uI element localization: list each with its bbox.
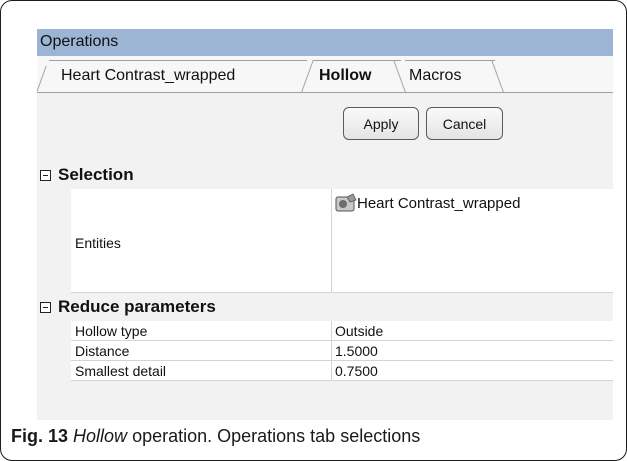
property-row[interactable]: Hollow type Outside — [71, 321, 613, 341]
property-value[interactable]: Outside — [335, 323, 383, 339]
selection-category[interactable]: Selection — [37, 163, 613, 189]
action-row: Apply Cancel — [37, 93, 613, 140]
property-key: Hollow type — [75, 323, 148, 339]
panel-title: Operations — [37, 29, 613, 56]
property-row[interactable]: Smallest detail 0.7500 — [71, 361, 613, 381]
entities-row[interactable]: Entities Heart Contrast_wrapped — [71, 189, 613, 293]
column-divider — [331, 341, 332, 360]
collapse-icon[interactable] — [40, 170, 51, 181]
collapse-icon[interactable] — [40, 302, 51, 313]
property-row[interactable]: Distance 1.5000 — [71, 341, 613, 361]
property-key: Smallest detail — [75, 363, 167, 379]
property-value[interactable]: 0.7500 — [335, 363, 378, 379]
reduce-parameters-category[interactable]: Reduce parameters — [37, 295, 613, 321]
entities-label: Entities — [75, 235, 121, 251]
operations-panel: Operations Heart Contrast_wrapped Hollow… — [37, 29, 613, 420]
tab-strip: Heart Contrast_wrapped Hollow Macros — [37, 56, 613, 93]
caption-text: operation. Operations tab selections — [127, 426, 421, 446]
column-divider — [331, 189, 332, 292]
tab-edge — [37, 66, 47, 92]
cancel-button[interactable]: Cancel — [426, 107, 503, 140]
tab-edge — [491, 60, 504, 92]
column-divider — [331, 361, 332, 380]
reduce-parameters-title: Reduce parameters — [58, 297, 216, 316]
apply-button[interactable]: Apply — [343, 107, 419, 140]
tab-edge — [301, 60, 314, 92]
mesh-part-icon — [335, 193, 357, 212]
figure-frame: Operations Heart Contrast_wrapped Hollow… — [0, 0, 627, 461]
caption-italic: Hollow — [73, 426, 128, 446]
property-key: Distance — [75, 343, 130, 359]
tab-hollow[interactable]: Hollow — [319, 60, 371, 92]
tab-edge — [393, 60, 406, 92]
tab-heart-contrast-wrapped[interactable]: Heart Contrast_wrapped — [61, 60, 235, 92]
caption-figure-label: Fig. 13 — [11, 426, 69, 446]
figure-caption: Fig. 13 Hollow operation. Operations tab… — [11, 426, 420, 447]
selection-title: Selection — [58, 165, 134, 184]
tab-macros[interactable]: Macros — [409, 60, 461, 92]
property-value[interactable]: 1.5000 — [335, 343, 378, 359]
entities-value: Heart Contrast_wrapped — [357, 195, 521, 212]
column-divider — [331, 321, 332, 340]
